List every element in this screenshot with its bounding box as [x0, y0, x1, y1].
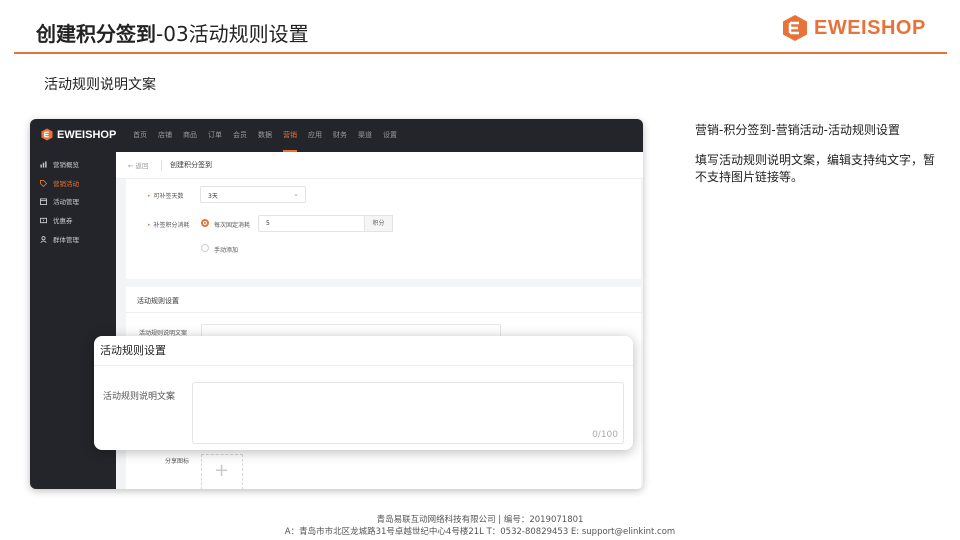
nav-item-home[interactable]: 首页	[133, 119, 147, 152]
brand-logo-text: EWEISHOP	[814, 16, 926, 39]
nav-item-store[interactable]: 店铺	[158, 119, 172, 152]
sidebar-item-coupons[interactable]: 优惠券	[40, 213, 73, 227]
char-counter: 0/100	[592, 430, 618, 440]
sidebar-item-label: 活动管理	[53, 198, 79, 206]
breadcrumb-title: 创建积分签到	[170, 161, 212, 169]
rules-settings-card: 活动规则设置 活动规则说明文案 0/100	[94, 336, 633, 450]
slide: 创建积分签到-03活动规则设置 EWEISHOP 活动规则说明文案 EWEISH…	[0, 0, 960, 540]
sidebar-item-overview[interactable]: 营销概览	[40, 157, 79, 171]
chart-icon	[40, 160, 47, 168]
radio-manual-label: 手动添加	[214, 247, 239, 254]
hexagon-logo-icon	[783, 15, 807, 41]
nav-item-data[interactable]: 数据	[258, 119, 272, 152]
header-divider	[14, 52, 947, 54]
app-logo-text: EWEISHOP	[57, 128, 117, 141]
note-path: 营销-积分签到-营销活动-活动规则设置	[695, 123, 900, 137]
footer-company: 青岛易联互动网络科技有限公司 | 编号：2019071801	[376, 515, 584, 525]
nav-item-apps[interactable]: 应用	[308, 119, 322, 152]
rules-text-textarea[interactable]: 0/100	[192, 382, 624, 444]
sidebar-item-label: 优惠券	[53, 217, 73, 225]
back-link[interactable]: ← 返回	[128, 160, 149, 170]
chevron-down-icon: ⌄	[293, 190, 299, 198]
note-description: 填写活动规则说明文案，编辑支持纯文字，暂不支持图片链接等。	[695, 153, 936, 184]
sidebar-item-manage[interactable]: 活动管理	[40, 194, 79, 208]
coupon-icon	[40, 217, 47, 223]
tag-icon	[40, 179, 47, 187]
radio-fixed-cost-label: 每次固定消耗	[214, 222, 251, 229]
nav-item-finance[interactable]: 财务	[333, 119, 347, 152]
sidebar-item-activities[interactable]: 营销活动	[40, 176, 79, 190]
footer-contact: A：青岛市市北区龙城路31号卓越世纪中心4号楼21L T：0532-808294…	[284, 527, 676, 537]
rules-text-label: 活动规则说明文案	[103, 392, 176, 402]
main-nav: 首页 店铺 商品 订单 会员 数据 营销 应用 财务 渠道 设置	[133, 119, 408, 152]
radio-fixed-cost[interactable]	[201, 219, 209, 227]
page-title: 创建积分签到-03活动规则设置	[36, 18, 309, 47]
calendar-icon	[40, 197, 47, 205]
nav-item-channels[interactable]: 渠道	[358, 119, 372, 152]
nav-item-marketing[interactable]: 营销	[283, 119, 297, 152]
top-navbar: EWEISHOP 首页 店铺 商品 订单 会员 数据 营销 应用 财务 渠道 设…	[30, 119, 643, 152]
makeup-days-label: • 可补签天数	[147, 193, 184, 200]
sidebar-item-label: 营销活动	[53, 180, 79, 188]
rules-section-title: 活动规则设置	[137, 297, 179, 305]
group-icon	[40, 235, 47, 243]
rules-card-title: 活动规则设置	[100, 344, 166, 357]
rules-card-divider	[94, 365, 633, 366]
nav-item-settings[interactable]: 设置	[383, 119, 397, 152]
fixed-cost-unit: 积分	[365, 215, 393, 232]
radio-manual[interactable]	[201, 244, 209, 252]
makeup-days-value: 3天	[208, 193, 218, 200]
nav-item-members[interactable]: 会员	[233, 119, 247, 152]
makeup-cost-label: • 补签积分消耗	[147, 222, 190, 229]
nav-item-orders[interactable]: 订单	[208, 119, 222, 152]
breadcrumb-separator	[161, 160, 162, 171]
fixed-cost-input[interactable]: 5	[258, 215, 365, 232]
fixed-cost-value: 5	[266, 220, 270, 227]
app-logo[interactable]: EWEISHOP	[41, 128, 116, 141]
rules-section-divider	[126, 312, 641, 313]
hexagon-logo-icon	[41, 128, 53, 141]
sidebar-item-groups[interactable]: 群体管理	[40, 232, 79, 246]
section-subtitle: 活动规则说明文案	[44, 77, 156, 93]
plus-icon: +	[214, 460, 230, 481]
share-icon-label: 分享图标	[165, 458, 190, 465]
makeup-days-select[interactable]: 3天 ⌄	[200, 186, 306, 203]
page-title-bold: 创建积分签到	[36, 22, 156, 46]
sidebar-item-label: 营销概览	[53, 161, 79, 169]
page-title-rest: -03活动规则设置	[156, 22, 309, 46]
brand-logo: EWEISHOP	[782, 14, 926, 42]
sidebar-item-label: 群体管理	[53, 236, 79, 244]
nav-item-goods[interactable]: 商品	[183, 119, 197, 152]
breadcrumb: ← 返回 创建积分签到	[116, 152, 643, 179]
